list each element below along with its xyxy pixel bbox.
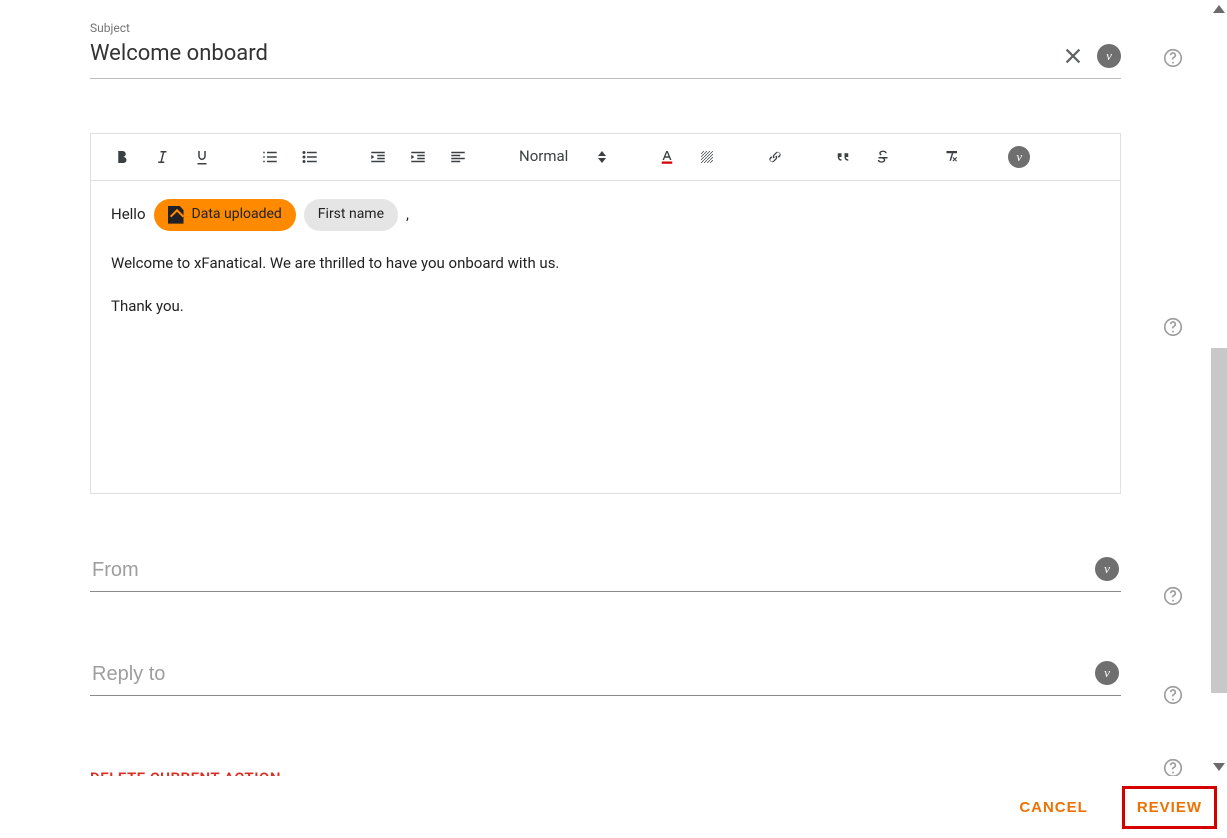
variable-badge-replyto[interactable]: v	[1095, 661, 1119, 685]
outdent-icon	[369, 148, 387, 166]
align-button[interactable]	[445, 144, 471, 170]
chevron-up-icon	[1213, 5, 1225, 13]
unordered-list-button[interactable]	[297, 144, 323, 170]
italic-button[interactable]	[149, 144, 175, 170]
hello-text: Hello	[111, 204, 146, 225]
editor-paragraph-1: Welcome to xFanatical. We are thrilled t…	[111, 253, 1100, 274]
help-icon	[1162, 316, 1184, 338]
from-field[interactable]: v	[90, 558, 1121, 592]
email-body-editor: Normal	[90, 133, 1121, 494]
reply-to-input[interactable]	[90, 662, 1085, 687]
from-input[interactable]	[90, 558, 1085, 583]
ordered-list-button[interactable]	[257, 144, 283, 170]
bold-icon	[113, 148, 131, 166]
help-icons-column	[1162, 0, 1186, 775]
subject-field: Subject Welcome onboard v	[90, 20, 1121, 79]
strikethrough-icon	[874, 148, 892, 166]
text-color-button[interactable]	[654, 144, 680, 170]
bold-button[interactable]	[109, 144, 135, 170]
reply-to-field[interactable]: v	[90, 662, 1121, 696]
outdent-button[interactable]	[365, 144, 391, 170]
scroll-up-button[interactable]	[1211, 0, 1227, 17]
help-subject[interactable]	[1162, 47, 1184, 69]
subject-label: Subject	[90, 20, 1121, 37]
scroll-down-button[interactable]	[1211, 758, 1227, 775]
background-color-icon	[698, 148, 716, 166]
variable-badge[interactable]: v	[1097, 44, 1121, 68]
clear-format-icon	[942, 148, 960, 166]
variable-badge-from[interactable]: v	[1095, 557, 1119, 581]
file-upload-icon	[168, 206, 184, 224]
help-reply-to[interactable]	[1162, 684, 1184, 706]
strikethrough-button[interactable]	[870, 144, 896, 170]
ordered-list-icon	[261, 148, 279, 166]
quote-icon	[834, 148, 852, 166]
format-select-label: Normal	[519, 146, 568, 167]
link-button[interactable]	[762, 144, 788, 170]
footer-actions: CANCEL REVIEW	[0, 776, 1227, 838]
background-color-button[interactable]	[694, 144, 720, 170]
close-icon	[1062, 45, 1084, 67]
format-select[interactable]: Normal	[513, 146, 612, 167]
link-icon	[766, 148, 784, 166]
insert-variable-button[interactable]: v	[1006, 144, 1032, 170]
italic-icon	[153, 148, 171, 166]
clear-format-button[interactable]	[938, 144, 964, 170]
review-button[interactable]: REVIEW	[1122, 786, 1217, 829]
indent-icon	[409, 148, 427, 166]
editor-line-1: Hello Data uploaded First name ,	[111, 199, 1100, 231]
indent-button[interactable]	[405, 144, 431, 170]
editor-content[interactable]: Hello Data uploaded First name , Welcome…	[91, 181, 1120, 493]
cancel-button[interactable]: CANCEL	[1007, 789, 1100, 826]
subject-value[interactable]: Welcome onboard	[90, 39, 1121, 70]
chip-first-name-label: First name	[318, 205, 384, 225]
variable-icon: v	[1008, 146, 1030, 168]
subject-input-line[interactable]: Subject Welcome onboard v	[90, 20, 1121, 79]
chip-data-uploaded-label: Data uploaded	[192, 205, 282, 225]
chip-first-name[interactable]: First name	[304, 199, 398, 231]
chip-data-uploaded[interactable]: Data uploaded	[154, 199, 296, 231]
underline-button[interactable]	[189, 144, 215, 170]
align-icon	[449, 148, 467, 166]
vertical-scrollbar[interactable]	[1211, 0, 1227, 775]
chevron-down-icon	[1213, 763, 1225, 771]
hello-comma: ,	[406, 204, 409, 225]
quote-button[interactable]	[830, 144, 856, 170]
text-color-icon	[658, 148, 676, 166]
underline-icon	[193, 148, 211, 166]
help-from[interactable]	[1162, 585, 1184, 607]
clear-subject-button[interactable]	[1059, 42, 1087, 70]
subject-tools: v	[1059, 42, 1121, 70]
select-arrows-icon	[598, 151, 606, 163]
help-icon	[1162, 47, 1184, 69]
unordered-list-icon	[301, 148, 319, 166]
editor-toolbar: Normal	[91, 134, 1120, 181]
editor-paragraph-2: Thank you.	[111, 296, 1100, 317]
scrollbar-thumb[interactable]	[1211, 348, 1227, 693]
help-icon	[1162, 585, 1184, 607]
help-body[interactable]	[1162, 316, 1184, 338]
help-icon	[1162, 684, 1184, 706]
